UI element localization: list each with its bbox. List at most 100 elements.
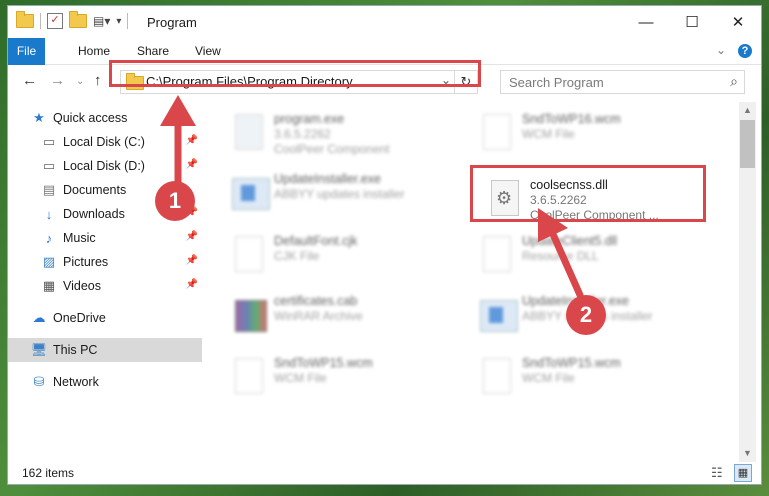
file-icon <box>480 114 512 152</box>
videos-icon: ▦ <box>42 278 56 293</box>
step-badge-1: 1 <box>155 181 195 221</box>
details-view-icon[interactable]: ☷ <box>711 465 723 481</box>
customize-toolbar-icon[interactable]: ▾ <box>116 16 121 27</box>
documents-icon: ▤ <box>42 182 56 197</box>
file-name: SndToWP15.wcm <box>522 356 621 370</box>
music-icon: ♪ <box>45 230 53 246</box>
star-icon: ★ <box>33 110 45 125</box>
dll-file-highlight <box>470 165 706 222</box>
file-icon <box>480 358 512 396</box>
search-input[interactable]: Search Program <box>509 75 604 90</box>
computer-icon: 🖥 <box>30 342 48 357</box>
file-item[interactable]: SndToWP15.wcm WCM File <box>226 352 466 402</box>
sidebar-item-quick-access[interactable]: ★ Quick access <box>30 106 202 130</box>
file-item[interactable]: DefaultFont.cjk CJK File <box>226 230 466 280</box>
up-button[interactable]: ↑ <box>94 72 102 89</box>
sidebar-item-label: Videos <box>63 279 101 293</box>
downloads-icon: ↓ <box>45 206 53 222</box>
scroll-up-icon[interactable]: ▲ <box>739 102 756 119</box>
sidebar-item-label: Documents <box>63 183 127 197</box>
help-icon[interactable]: ? <box>738 44 752 58</box>
scroll-down-icon[interactable]: ▼ <box>739 445 756 462</box>
file-item[interactable]: UpdateInstaller.exe ABBYY updates instal… <box>226 168 466 218</box>
window-title: Program <box>147 15 197 30</box>
title-bar: ✓ ▤▾ ▾ Program — ☐ ✕ <box>8 6 761 38</box>
sidebar-item-label: Local Disk (D:) <box>63 159 145 173</box>
file-item[interactable]: program.exe 3.6.5.2262 CoolPeer Componen… <box>226 108 466 158</box>
cloud-icon: ☁ <box>32 310 46 325</box>
drive-icon: ▭ <box>42 158 56 173</box>
back-button[interactable]: ← <box>22 72 37 89</box>
search-box[interactable]: Search Program ⌕ <box>500 70 745 94</box>
dll-icon <box>480 236 512 274</box>
file-type: WCM File <box>274 371 327 385</box>
file-type: CJK File <box>274 249 320 263</box>
file-name: SndToWP15.wcm <box>274 356 373 370</box>
sidebar-item-local-disk-d[interactable]: ▭ Local Disk (D:) 📌 <box>40 154 202 178</box>
file-item[interactable]: certificates.cab WinRAR Archive <box>226 290 466 340</box>
sidebar-item-videos[interactable]: ▦ Videos 📌 <box>40 274 202 298</box>
file-item[interactable]: SndToWP15.wcm WCM File <box>474 352 714 402</box>
navigation-pane: ★ Quick access ▭ Local Disk (C:) 📌 ▭ Loc… <box>8 102 204 462</box>
divider <box>127 13 129 29</box>
archive-icon <box>232 296 267 334</box>
scroll-thumb[interactable] <box>740 120 755 168</box>
forward-button[interactable]: → <box>50 72 65 89</box>
pin-icon[interactable]: 📌 <box>186 135 198 146</box>
file-name: program.exe <box>274 112 345 126</box>
minimize-button[interactable]: — <box>623 6 669 38</box>
quick-access-toolbar: ✓ ▤▾ ▾ <box>16 11 129 29</box>
recent-locations-icon[interactable]: ⌄ <box>76 76 84 87</box>
file-name: UpdateClient5.dll <box>522 234 618 248</box>
expand-ribbon-icon[interactable]: ⌄ <box>716 43 726 57</box>
file-version: 3.6.5.2262 <box>274 127 331 141</box>
file-name: DefaultFont.cjk <box>274 234 358 248</box>
sidebar-item-music[interactable]: ♪ Music 📌 <box>40 226 202 250</box>
pin-icon[interactable]: 📌 <box>186 279 198 290</box>
file-icon <box>232 236 264 274</box>
sidebar-item-label: Music <box>63 231 96 245</box>
sidebar-item-network[interactable]: ⛁ Network <box>30 370 202 394</box>
file-type: Resource DLL <box>522 249 599 263</box>
file-item[interactable]: SndToWP16.wcm WCM File <box>474 108 714 158</box>
sidebar-item-label: This PC <box>53 343 98 357</box>
file-name: UpdateInstaller.exe <box>274 172 382 186</box>
view-options-icon[interactable]: ▤▾ <box>93 14 110 28</box>
status-bar: 162 items ☷ ▦ <box>8 462 761 484</box>
pin-icon[interactable]: 📌 <box>186 255 198 266</box>
drive-icon: ▭ <box>42 134 56 149</box>
file-item[interactable]: UpdateClient5.dll Resource DLL <box>474 230 714 280</box>
vertical-scrollbar[interactable]: ▲ ▼ <box>739 102 756 462</box>
file-icon <box>232 358 264 396</box>
pictures-icon: ▨ <box>42 254 56 269</box>
file-type: WCM File <box>522 371 575 385</box>
file-type: WinRAR Archive <box>274 309 363 323</box>
close-button[interactable]: ✕ <box>715 6 761 38</box>
sidebar-item-label: Network <box>53 375 99 389</box>
sidebar-item-label: Pictures <box>63 255 109 269</box>
new-folder-icon[interactable] <box>69 11 87 28</box>
sidebar-item-pictures[interactable]: ▨ Pictures 📌 <box>40 250 202 274</box>
file-type: WCM File <box>522 127 575 141</box>
sidebar-item-label: Local Disk (C:) <box>63 135 145 149</box>
file-description: CoolPeer Component <box>274 142 390 156</box>
maximize-button[interactable]: ☐ <box>669 6 715 38</box>
pin-icon[interactable]: 📌 <box>186 231 198 242</box>
sidebar-item-local-disk-c[interactable]: ▭ Local Disk (C:) 📌 <box>40 130 202 154</box>
pin-icon[interactable]: 📌 <box>186 159 198 170</box>
large-icons-view-icon[interactable]: ▦ <box>734 464 752 482</box>
installer-icon <box>480 296 518 334</box>
sidebar-item-label: OneDrive <box>53 311 106 325</box>
sidebar-item-this-pc[interactable]: 🖥 This PC <box>8 338 202 362</box>
sidebar-item-onedrive[interactable]: ☁ OneDrive <box>30 306 202 330</box>
sidebar-item-label: Quick access <box>53 111 128 125</box>
file-list: program.exe 3.6.5.2262 CoolPeer Componen… <box>212 102 739 462</box>
properties-checkbox-icon[interactable]: ✓ <box>47 13 63 29</box>
item-count: 162 items <box>22 466 75 480</box>
divider <box>40 13 41 29</box>
file-name: certificates.cab <box>274 294 358 308</box>
file-type: ABBYY updates installer <box>274 187 405 201</box>
search-icon: ⌕ <box>730 73 738 89</box>
step-badge-2: 2 <box>566 295 606 335</box>
network-icon: ⛁ <box>33 374 45 389</box>
